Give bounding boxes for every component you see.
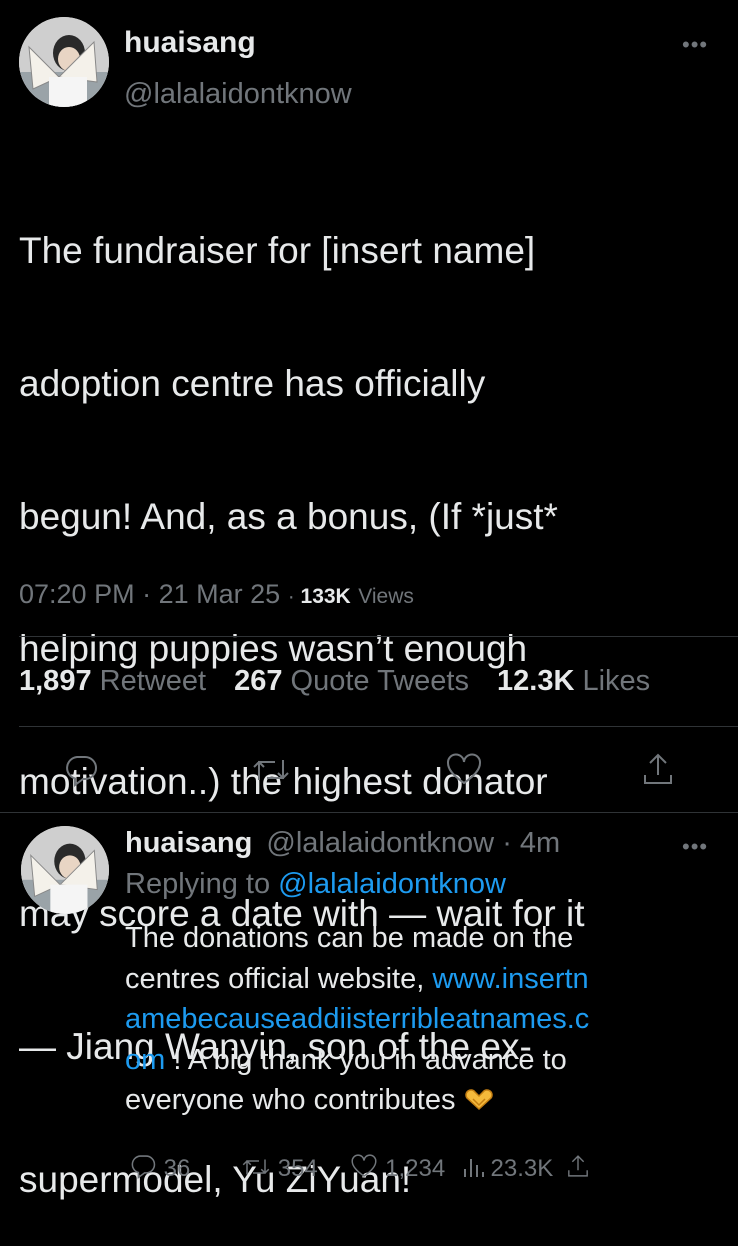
more-icon[interactable]: ••• <box>682 34 708 56</box>
reply-line: everyone who contributes <box>125 1084 456 1116</box>
views-label: Views <box>358 585 414 608</box>
reply-line: The donations can be made on the <box>125 922 574 954</box>
like-count: 1,234 <box>385 1155 446 1182</box>
tweet-line: The fundraiser for [insert name] <box>19 230 536 272</box>
divider <box>19 636 738 637</box>
website-link[interactable]: amebecauseaddiisterribleatnames.c <box>125 999 735 1040</box>
replying-handle[interactable]: @lalalaidontknow <box>278 868 506 900</box>
reply-icon[interactable] <box>63 753 99 792</box>
reply-text: The donations can be made on the centres… <box>125 918 735 1123</box>
share-icon[interactable] <box>566 1155 590 1182</box>
like-icon[interactable] <box>445 753 483 792</box>
heart-hands-icon <box>464 1089 493 1111</box>
reply-line: ! A big thank you in advance to <box>165 1043 567 1076</box>
avatar[interactable] <box>19 17 109 107</box>
divider <box>0 812 738 813</box>
website-link[interactable]: www.insertn <box>432 963 588 995</box>
views-count: 23.3K <box>490 1155 554 1182</box>
reply-count: 36 <box>163 1155 191 1182</box>
reply-action-reply[interactable]: 36 <box>129 1155 197 1182</box>
reply-author-handle[interactable]: @lalalaidontknow <box>266 827 494 859</box>
reply-line: centres official website, <box>125 962 433 995</box>
reply-author-name[interactable]: huaisang <box>125 827 252 859</box>
divider <box>19 726 738 727</box>
reply-more-icon[interactable]: ••• <box>682 836 708 858</box>
author-name[interactable]: huaisang <box>124 26 256 60</box>
retweet-count[interactable]: 1,897 <box>19 665 92 697</box>
author-handle[interactable]: @lalalaidontknow <box>124 78 352 111</box>
like-icon <box>350 1154 378 1182</box>
reply-header: huaisang @lalalaidontknow · 4m <box>125 827 561 859</box>
like-count[interactable]: 12.3K <box>497 665 574 697</box>
views-count: 133K <box>300 585 351 608</box>
reply-actions: 36 354 1,234 23.3K <box>129 1153 590 1183</box>
share-icon[interactable] <box>641 751 675 792</box>
tweet-line: motivation..) the highest donator <box>19 760 548 802</box>
tweet-stats: 1,897 Retweet 267 Quote Tweets 12.3K Lik… <box>19 665 670 698</box>
reply-avatar[interactable] <box>21 826 109 914</box>
tweet-meta: 07:20 PM · 21 Mar 25 · 133K Views <box>19 579 414 609</box>
quote-count[interactable]: 267 <box>234 665 282 697</box>
retweet-count: 354 <box>277 1155 318 1182</box>
tweet-time[interactable]: 07:20 PM <box>19 579 135 609</box>
retweet-icon <box>241 1155 271 1182</box>
reply-icon <box>129 1155 157 1182</box>
replying-to: Replying to @lalalaidontknow <box>125 868 506 901</box>
tweet-line: adoption centre has officially <box>19 363 486 405</box>
website-link[interactable]: om <box>125 1044 165 1076</box>
views-icon <box>462 1155 484 1182</box>
quote-label[interactable]: Quote Tweets <box>291 665 469 697</box>
retweet-label[interactable]: Retweet <box>100 665 206 697</box>
retweet-icon[interactable] <box>251 754 291 791</box>
reply-action-like[interactable]: 1,234 <box>350 1154 451 1182</box>
heart-hands-emoji <box>464 1089 494 1114</box>
reply-action-views[interactable]: 23.3K <box>462 1155 560 1182</box>
tweet-date[interactable]: 21 Mar 25 <box>159 579 281 609</box>
replying-prefix: Replying to <box>125 868 271 900</box>
reply-time[interactable]: 4m <box>520 827 560 859</box>
like-label[interactable]: Likes <box>582 665 650 697</box>
tweet-line: begun! And, as a bonus, (If *just* <box>19 495 558 537</box>
reply-action-retweet[interactable]: 354 <box>241 1155 324 1182</box>
